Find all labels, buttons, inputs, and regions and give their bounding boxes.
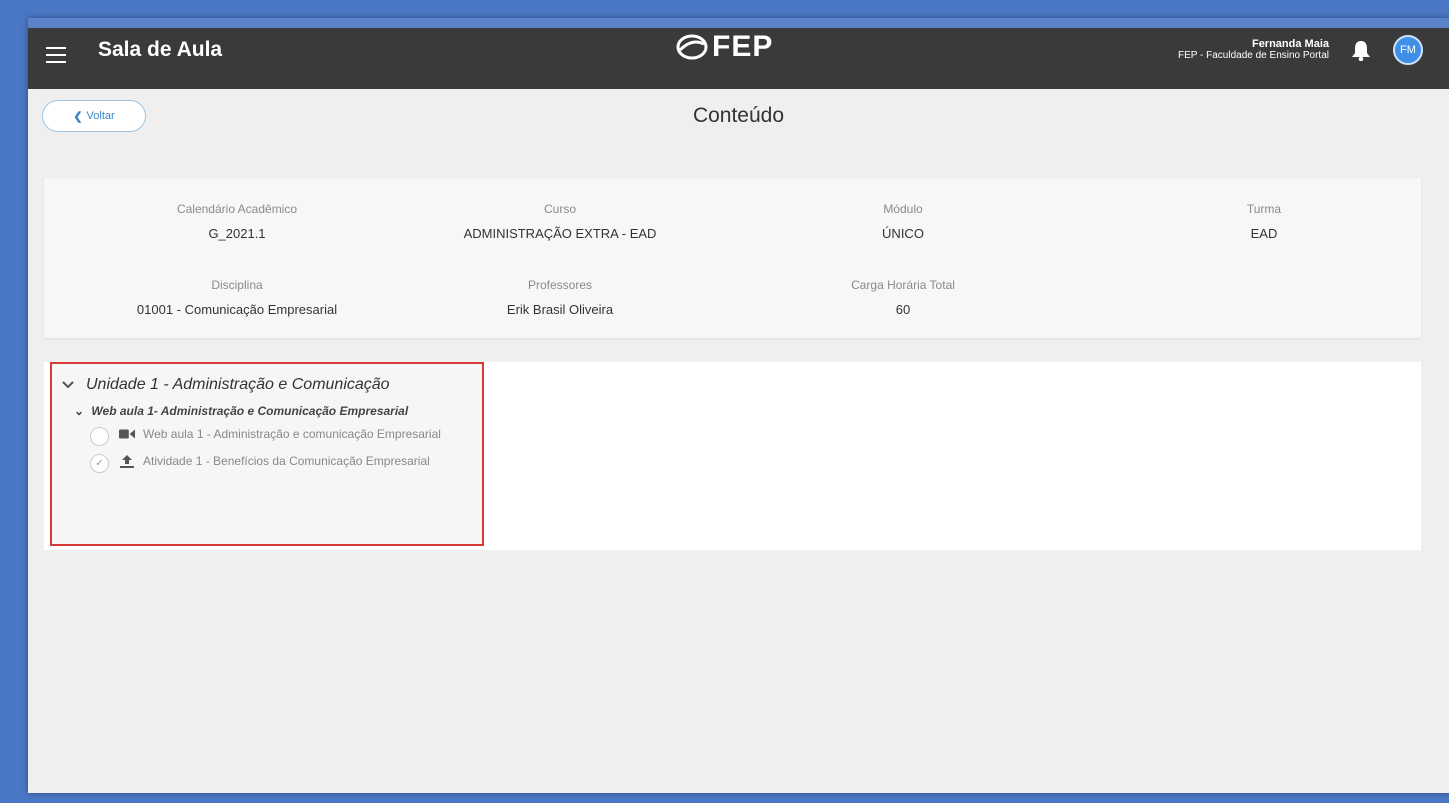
info-curso: Curso ADMINISTRAÇÃO EXTRA - EAD bbox=[395, 202, 725, 241]
info-modulo: Módulo ÚNICO bbox=[738, 202, 1068, 241]
fep-logo: FEP bbox=[676, 30, 773, 64]
info-disciplina: Disciplina 01001 - Comunicação Empresari… bbox=[72, 278, 402, 317]
info-carga-horaria: Carga Horária Total 60 bbox=[738, 278, 1068, 317]
upload-icon bbox=[120, 455, 134, 468]
info-turma: Turma EAD bbox=[1099, 202, 1429, 241]
logo-swirl-icon bbox=[676, 34, 708, 60]
turma-value: EAD bbox=[1250, 226, 1278, 241]
professores-label: Professores bbox=[527, 278, 593, 292]
app-title: Sala de Aula bbox=[98, 38, 223, 61]
disciplina-value: 01001 - Comunicação Empresarial bbox=[136, 302, 338, 317]
course-info-card: Calendário Acadêmico G_2021.1 Curso ADMI… bbox=[44, 178, 1421, 338]
lesson-header[interactable]: ⌄ Web aula 1- Administração e Comunicaçã… bbox=[52, 394, 482, 419]
page-title: Conteúdo bbox=[692, 104, 785, 127]
item-label: Atividade 1 - Benefícios da Comunicação … bbox=[143, 454, 430, 468]
info-professores: Professores Erik Brasil Oliveira bbox=[395, 278, 725, 317]
chevron-down-icon: ⌄ bbox=[74, 404, 85, 418]
carga-value: 60 bbox=[895, 302, 911, 317]
completion-circle[interactable] bbox=[90, 427, 109, 446]
calendario-value: G_2021.1 bbox=[208, 226, 266, 241]
logo-text: FEP bbox=[712, 30, 774, 63]
unit-title: Unidade 1 - Administração e Comunicação bbox=[86, 376, 390, 393]
turma-label: Turma bbox=[1246, 202, 1282, 216]
user-avatar[interactable]: FM bbox=[1393, 35, 1423, 65]
content-tree: Unidade 1 - Administração e Comunicação … bbox=[50, 362, 484, 546]
modulo-value: ÚNICO bbox=[882, 226, 924, 241]
hamburger-menu-icon[interactable] bbox=[46, 47, 66, 63]
tree-item-atividade[interactable]: ✓ Atividade 1 - Benefícios da Comunicaçã… bbox=[52, 446, 482, 473]
top-bar: Sala de Aula FEP Fernanda Maia FEP - Fac… bbox=[28, 28, 1449, 89]
disciplina-label: Disciplina bbox=[211, 278, 263, 292]
unit-header[interactable]: Unidade 1 - Administração e Comunicação bbox=[52, 364, 482, 394]
user-name: Fernanda Maia bbox=[1251, 38, 1329, 50]
notification-bell-icon[interactable] bbox=[1351, 39, 1371, 66]
curso-value: ADMINISTRAÇÃO EXTRA - EAD bbox=[463, 226, 657, 241]
app-window: Sala de Aula FEP Fernanda Maia FEP - Fac… bbox=[28, 18, 1449, 793]
item-label: Web aula 1 - Administração e comunicação… bbox=[143, 427, 441, 441]
info-calendario: Calendário Acadêmico G_2021.1 bbox=[72, 202, 402, 241]
completion-check-icon[interactable]: ✓ bbox=[90, 454, 109, 473]
tree-item-web-aula[interactable]: Web aula 1 - Administração e comunicação… bbox=[52, 419, 482, 446]
user-info: Fernanda Maia FEP - Faculdade de Ensino … bbox=[1178, 38, 1329, 62]
calendario-label: Calendário Acadêmico bbox=[176, 202, 298, 216]
user-institution: FEP - Faculdade de Ensino Portal bbox=[1177, 50, 1329, 61]
carga-label: Carga Horária Total bbox=[851, 278, 955, 292]
lesson-title: Web aula 1- Administração e Comunicação … bbox=[91, 404, 409, 418]
video-icon bbox=[119, 429, 135, 439]
window-top-strip bbox=[28, 18, 1449, 28]
modulo-label: Módulo bbox=[883, 202, 923, 216]
chevron-down-icon bbox=[62, 381, 74, 389]
professores-value: Erik Brasil Oliveira bbox=[506, 302, 614, 317]
curso-label: Curso bbox=[543, 202, 576, 216]
